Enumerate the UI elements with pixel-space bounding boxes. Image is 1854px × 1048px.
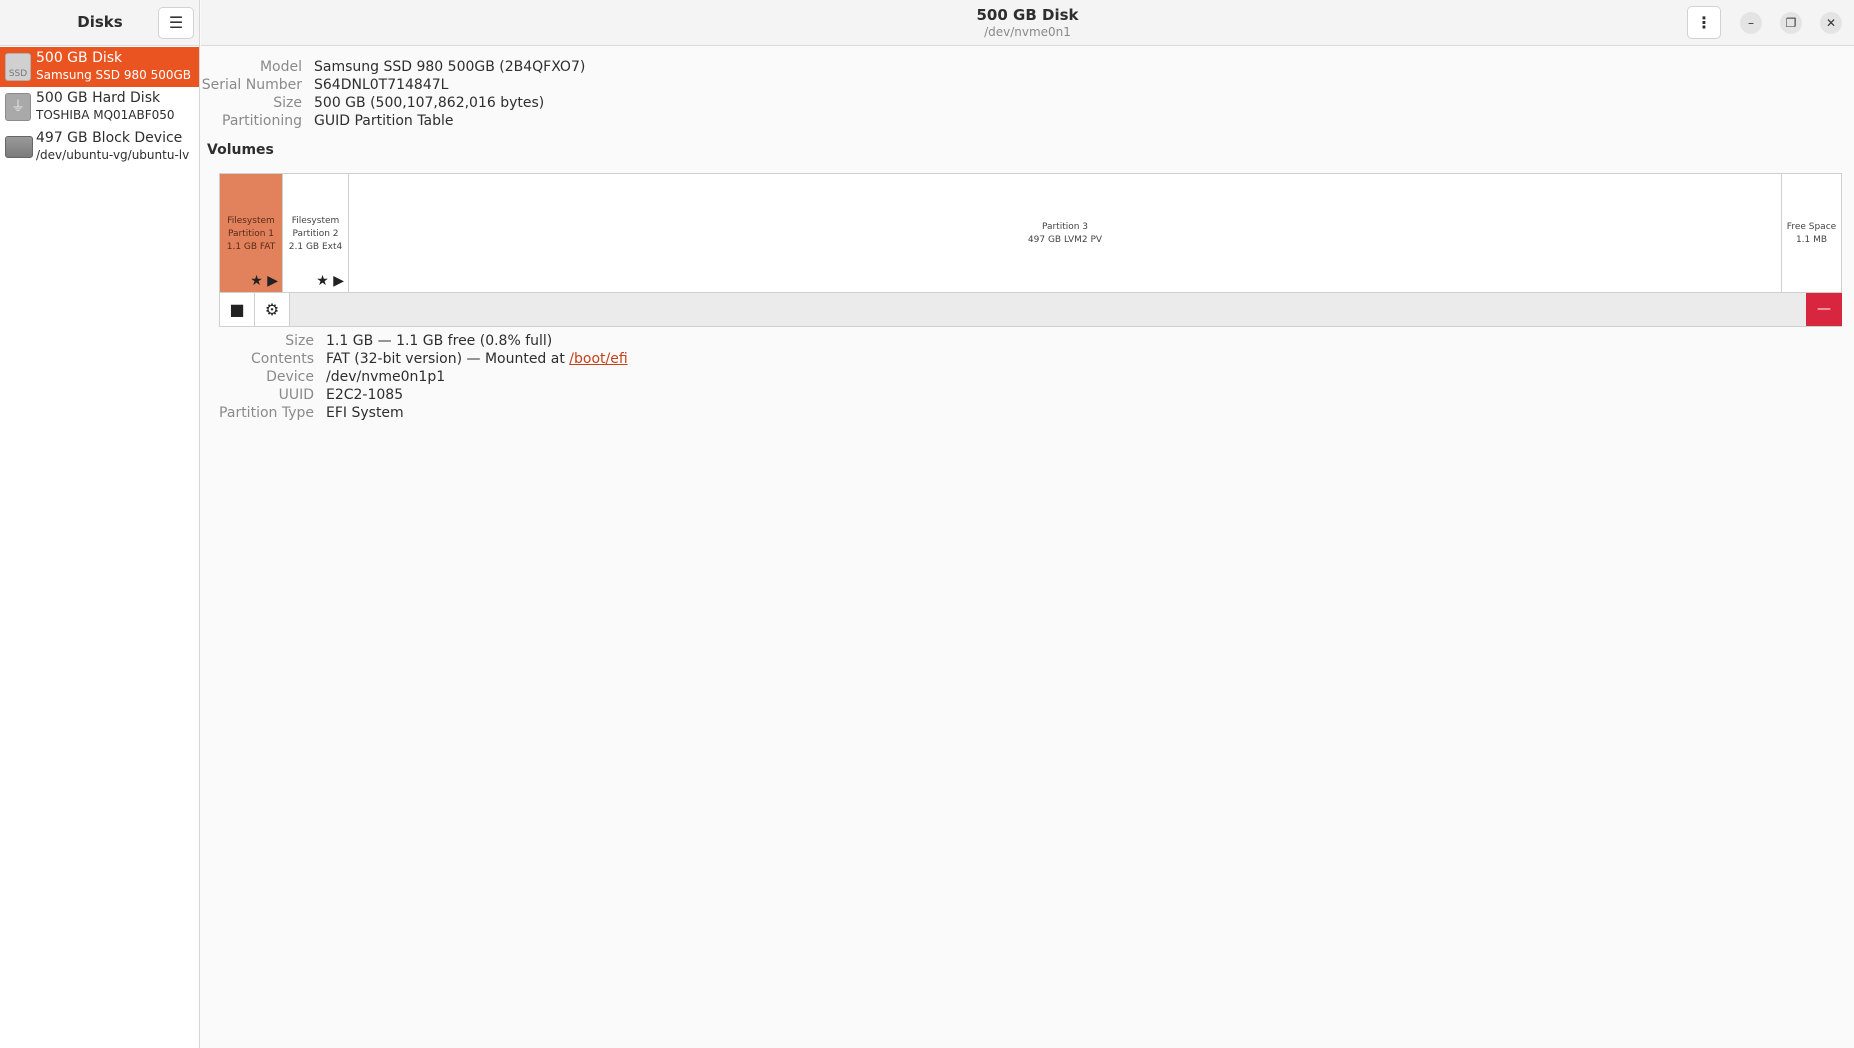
block-device-icon xyxy=(5,136,33,158)
model-value: Samsung SSD 980 500GB (2B4QFXO7) xyxy=(314,59,586,75)
stop-icon: ■ xyxy=(229,300,245,319)
device-value: /dev/nvme0n1p1 xyxy=(326,369,446,385)
close-button[interactable]: ✕ xyxy=(1820,12,1842,34)
usb-drive-icon: ⏚ xyxy=(5,93,31,121)
drive-item-500gb-hard-disk[interactable]: ⏚ 500 GB Hard Disk TOSHIBA MQ01ABF050 xyxy=(0,87,199,127)
drive-name: 500 GB Hard Disk xyxy=(36,90,161,106)
drive-item-497gb-block-device[interactable]: 497 GB Block Device /dev/ubuntu-vg/ubunt… xyxy=(0,127,199,167)
mount-point-link[interactable]: /boot/efi xyxy=(569,351,627,367)
contents-value: FAT (32-bit version) — Mounted at /boot/… xyxy=(326,351,628,367)
drive-name: 497 GB Block Device xyxy=(36,130,183,146)
contents-label: Contents xyxy=(251,351,314,367)
drive-item-500gb-disk[interactable]: SSD 500 GB Disk Samsung SSD 980 500GB xyxy=(0,47,199,87)
volume-map: Filesystem Partition 1 1.1 GB FAT ★ ▶ Fi… xyxy=(219,173,1842,293)
window-title: 500 GB Disk xyxy=(976,6,1079,24)
partition-1-status-icons: ★ ▶ xyxy=(250,273,278,289)
partition-2-status-icons: ★ ▶ xyxy=(316,273,344,289)
kebab-icon: ⋮ xyxy=(1696,13,1712,32)
drive-model: TOSHIBA MQ01ABF050 xyxy=(36,108,175,122)
restore-icon: ❐ xyxy=(1785,16,1797,30)
partition-2-name: Partition 2 xyxy=(292,229,339,239)
gear-icon: ⚙ xyxy=(264,300,280,319)
uuid-label: UUID xyxy=(278,387,314,403)
sidebar-header: Disks ☰ xyxy=(0,0,199,46)
partition-size-label: Size xyxy=(285,333,314,349)
partition-type-label: Partition Type xyxy=(219,405,314,421)
device-label: Device xyxy=(266,369,314,385)
partitioning-value: GUID Partition Table xyxy=(314,113,454,129)
model-label: Model xyxy=(259,59,302,75)
main-menu-button[interactable]: ☰ xyxy=(158,7,194,39)
header-bar: 500 GB Disk /dev/nvme0n1 ⋮ – ❐ ✕ xyxy=(201,0,1854,46)
partition-type-value: EFI System xyxy=(326,405,404,421)
sidebar: Disks ☰ SSD 500 GB Disk Samsung SSD 980 … xyxy=(0,0,200,1048)
free-space-size: 1.1 MB xyxy=(1795,235,1828,245)
partition-3[interactable]: Partition 3 497 GB LVM2 PV xyxy=(349,174,1782,292)
free-space[interactable]: Free Space 1.1 MB xyxy=(1782,174,1841,292)
serial-value: S64DNL0T714847L xyxy=(314,77,449,93)
partitioning-label: Partitioning xyxy=(222,113,302,129)
volumes-heading: Volumes xyxy=(207,142,274,158)
partition-2-type: Filesystem xyxy=(291,216,340,226)
serial-label: Serial Number xyxy=(201,77,302,93)
window-subtitle: /dev/nvme0n1 xyxy=(984,25,1071,39)
volume-toolbar: ■ ⚙ — xyxy=(219,293,1842,327)
drive-list: SSD 500 GB Disk Samsung SSD 980 500GB ⏚ … xyxy=(0,47,199,167)
close-icon: ✕ xyxy=(1825,16,1837,30)
minimize-button[interactable]: – xyxy=(1740,12,1762,34)
partition-2[interactable]: Filesystem Partition 2 2.1 GB Ext4 ★ ▶ xyxy=(283,174,349,292)
partition-2-size: 2.1 GB Ext4 xyxy=(288,242,343,252)
partition-1[interactable]: Filesystem Partition 1 1.1 GB FAT ★ ▶ xyxy=(220,174,283,292)
size-label: Size xyxy=(273,95,302,111)
delete-partition-button[interactable]: — xyxy=(1806,293,1842,326)
uuid-value: E2C2-1085 xyxy=(326,387,404,403)
partition-1-type: Filesystem xyxy=(227,216,275,226)
drive-model: /dev/ubuntu-vg/ubuntu-lv xyxy=(36,148,190,162)
partition-1-name: Partition 1 xyxy=(227,229,275,239)
partition-size-value: 1.1 GB — 1.1 GB free (0.8% full) xyxy=(326,333,553,349)
ssd-icon: SSD xyxy=(5,53,31,81)
maximize-button[interactable]: ❐ xyxy=(1780,12,1802,34)
minus-icon: — xyxy=(1817,301,1831,317)
free-space-label: Free Space xyxy=(1786,222,1837,232)
drive-name: 500 GB Disk xyxy=(36,50,123,66)
contents-text: FAT (32-bit version) — Mounted at xyxy=(326,351,570,367)
size-value: 500 GB (500,107,862,016 bytes) xyxy=(314,95,545,111)
partition-settings-button[interactable]: ⚙ xyxy=(255,293,290,326)
partition-3-size: 497 GB LVM2 PV xyxy=(1027,235,1103,245)
drive-model: Samsung SSD 980 500GB xyxy=(36,68,191,82)
unmount-button[interactable]: ■ xyxy=(220,293,255,326)
drive-options-button[interactable]: ⋮ xyxy=(1687,6,1721,39)
partition-3-name: Partition 3 xyxy=(1041,222,1089,232)
minimize-icon: – xyxy=(1748,16,1754,30)
partition-1-size: 1.1 GB FAT xyxy=(226,242,276,252)
hamburger-icon: ☰ xyxy=(168,13,184,32)
